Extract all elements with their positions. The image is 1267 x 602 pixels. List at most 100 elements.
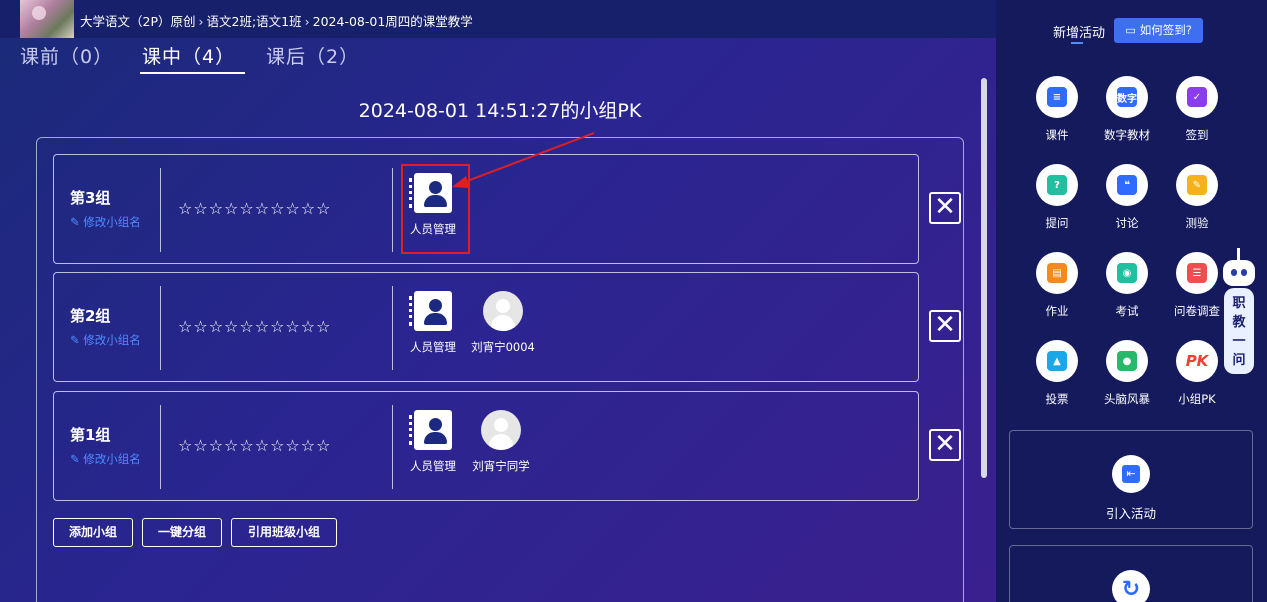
star-rating[interactable]: ☆☆☆☆☆☆☆☆☆☆ <box>178 436 331 455</box>
refresh-card[interactable]: ↻ <box>1009 545 1253 602</box>
assistant-text: 职教一问 <box>1232 296 1246 368</box>
member-student[interactable]: 刘宵宁同学 <box>466 410 536 474</box>
contact-book-icon <box>409 291 452 331</box>
assistant-robot[interactable]: 职教一问 <box>1221 248 1257 376</box>
import-activity-label: 引入活动 <box>1105 506 1156 521</box>
vote-icon: ▲ <box>1036 340 1078 382</box>
activity-label: 小组PK <box>1178 392 1216 406</box>
course-thumbnail <box>20 0 74 38</box>
member-management[interactable]: 人员管理 <box>398 410 468 474</box>
refresh-icon: ↻ <box>1112 570 1150 602</box>
group-name: 第2组 <box>70 307 111 325</box>
group-name: 第1组 <box>70 426 111 444</box>
assistant-label: 职教一问 <box>1224 288 1254 374</box>
breadcrumb-separator: › <box>198 14 204 29</box>
import-glyph: ⇤ <box>1122 465 1140 483</box>
brainstorm-icon: ● <box>1106 340 1148 382</box>
scrollbar[interactable] <box>981 78 987 478</box>
delete-group-button[interactable]: ✕ <box>929 192 961 224</box>
avatar <box>483 291 523 331</box>
breadcrumb: 大学语文（2P）原创 › 语文2班;语文1班 › 2024-08-01周四的课堂教学 <box>80 11 473 30</box>
group-name: 第3组 <box>70 189 111 207</box>
member-management[interactable]: 人员管理 <box>398 291 468 355</box>
divider <box>392 286 393 370</box>
tab-in-class[interactable]: 课中（4） <box>139 42 246 74</box>
member-label: 刘宵宁同学 <box>472 459 530 473</box>
activity-label: 测验 <box>1185 216 1209 230</box>
homework-icon: ▤ <box>1036 252 1078 294</box>
quiz-icon: ✎ <box>1176 164 1218 206</box>
courseware-icon: ≡ <box>1036 76 1078 118</box>
survey-icon: ☰ <box>1176 252 1218 294</box>
rename-group-link[interactable]: ✎ 修改小组名 <box>70 214 141 230</box>
group-card: 第2组 ✎ 修改小组名 ☆☆☆☆☆☆☆☆☆☆ 人员管理 刘宵宁0004 <box>53 272 919 382</box>
new-activity-title[interactable]: 新增活动 <box>1053 22 1105 41</box>
avatar <box>481 410 521 450</box>
import-activity-button[interactable]: ⇤ 引入活动 <box>1009 430 1253 529</box>
activity-checkin[interactable]: ✓ 签到 <box>1164 76 1230 143</box>
group-card: 第1组 ✎ 修改小组名 ☆☆☆☆☆☆☆☆☆☆ 人员管理 刘宵宁同学 <box>53 391 919 501</box>
breadcrumb-classes[interactable]: 语文2班;语文1班 <box>207 14 302 29</box>
activity-label: 投票 <box>1045 392 1069 406</box>
tab-before-class[interactable]: 课前（0） <box>20 42 113 69</box>
add-group-button[interactable]: 添加小组 <box>53 518 133 547</box>
divider <box>160 405 161 489</box>
rename-group-link[interactable]: ✎ 修改小组名 <box>70 332 141 348</box>
robot-head-icon <box>1223 260 1255 286</box>
activity-label: 考试 <box>1115 304 1139 318</box>
cite-class-group-button[interactable]: 引用班级小组 <box>231 518 337 547</box>
activity-label: 签到 <box>1185 128 1209 142</box>
divider <box>160 168 161 252</box>
member-label: 人员管理 <box>410 340 456 354</box>
divider <box>392 168 393 252</box>
how-to-checkin-button[interactable]: ▭ 如何签到? <box>1114 18 1203 43</box>
activity-question[interactable]: ? 提问 <box>1024 164 1090 231</box>
top-bar: 大学语文（2P）原创 › 语文2班;语文1班 › 2024-08-01周四的课堂教学 <box>0 0 996 38</box>
activity-discussion[interactable]: ❝ 讨论 <box>1094 164 1160 231</box>
rename-group-link[interactable]: ✎ 修改小组名 <box>70 451 141 467</box>
activity-homework[interactable]: ▤ 作业 <box>1024 252 1090 319</box>
tab-after-class[interactable]: 课后（2） <box>266 42 359 69</box>
member-student[interactable]: 刘宵宁0004 <box>468 291 538 355</box>
question-icon: ? <box>1036 164 1078 206</box>
activity-label: 讨论 <box>1115 216 1139 230</box>
activity-digital-textbook[interactable]: 数字 数字教材 <box>1094 76 1160 143</box>
delete-group-button[interactable]: ✕ <box>929 429 961 461</box>
exam-glyph: ◉ <box>1117 263 1137 283</box>
breadcrumb-separator: › <box>304 14 310 29</box>
exam-icon: ◉ <box>1106 252 1148 294</box>
group-pk-icon: PK <box>1176 340 1218 382</box>
checkin-glyph: ✓ <box>1187 87 1207 107</box>
breadcrumb-course[interactable]: 大学语文（2P）原创 <box>80 14 196 29</box>
page-title: 2024-08-01 14:51:27的小组PK <box>358 100 642 122</box>
activity-brainstorm[interactable]: ● 头脑风暴 <box>1094 340 1160 407</box>
question-glyph: ? <box>1047 175 1067 195</box>
discussion-icon: ❝ <box>1106 164 1148 206</box>
activity-label: 头脑风暴 <box>1104 392 1150 406</box>
activity-label: 数字教材 <box>1104 128 1150 142</box>
star-rating[interactable]: ☆☆☆☆☆☆☆☆☆☆ <box>178 199 331 218</box>
activity-courseware[interactable]: ≡ 课件 <box>1024 76 1090 143</box>
contact-book-icon <box>409 410 452 450</box>
brainstorm-glyph: ● <box>1117 351 1137 371</box>
activity-quiz[interactable]: ✎ 测验 <box>1164 164 1230 231</box>
group-pk-glyph: PK <box>1185 352 1209 370</box>
delete-group-button[interactable]: ✕ <box>929 310 961 342</box>
survey-glyph: ☰ <box>1187 263 1207 283</box>
activity-label: 提问 <box>1045 216 1069 230</box>
member-label: 人员管理 <box>410 459 456 473</box>
group-card: 第3组 ✎ 修改小组名 ☆☆☆☆☆☆☆☆☆☆ 人员管理 <box>53 154 919 264</box>
breadcrumb-session: 2024-08-01周四的课堂教学 <box>312 14 473 29</box>
robot-antenna <box>1237 248 1240 260</box>
star-rating[interactable]: ☆☆☆☆☆☆☆☆☆☆ <box>178 317 331 336</box>
activity-label: 课件 <box>1045 128 1069 142</box>
homework-glyph: ▤ <box>1047 263 1067 283</box>
highlight-box <box>401 164 470 254</box>
activity-label: 作业 <box>1045 304 1069 318</box>
auto-group-button[interactable]: 一键分组 <box>142 518 222 547</box>
discussion-glyph: ❝ <box>1117 175 1137 195</box>
divider <box>160 286 161 370</box>
quiz-glyph: ✎ <box>1187 175 1207 195</box>
activity-exam[interactable]: ◉ 考试 <box>1094 252 1160 319</box>
activity-vote[interactable]: ▲ 投票 <box>1024 340 1090 407</box>
